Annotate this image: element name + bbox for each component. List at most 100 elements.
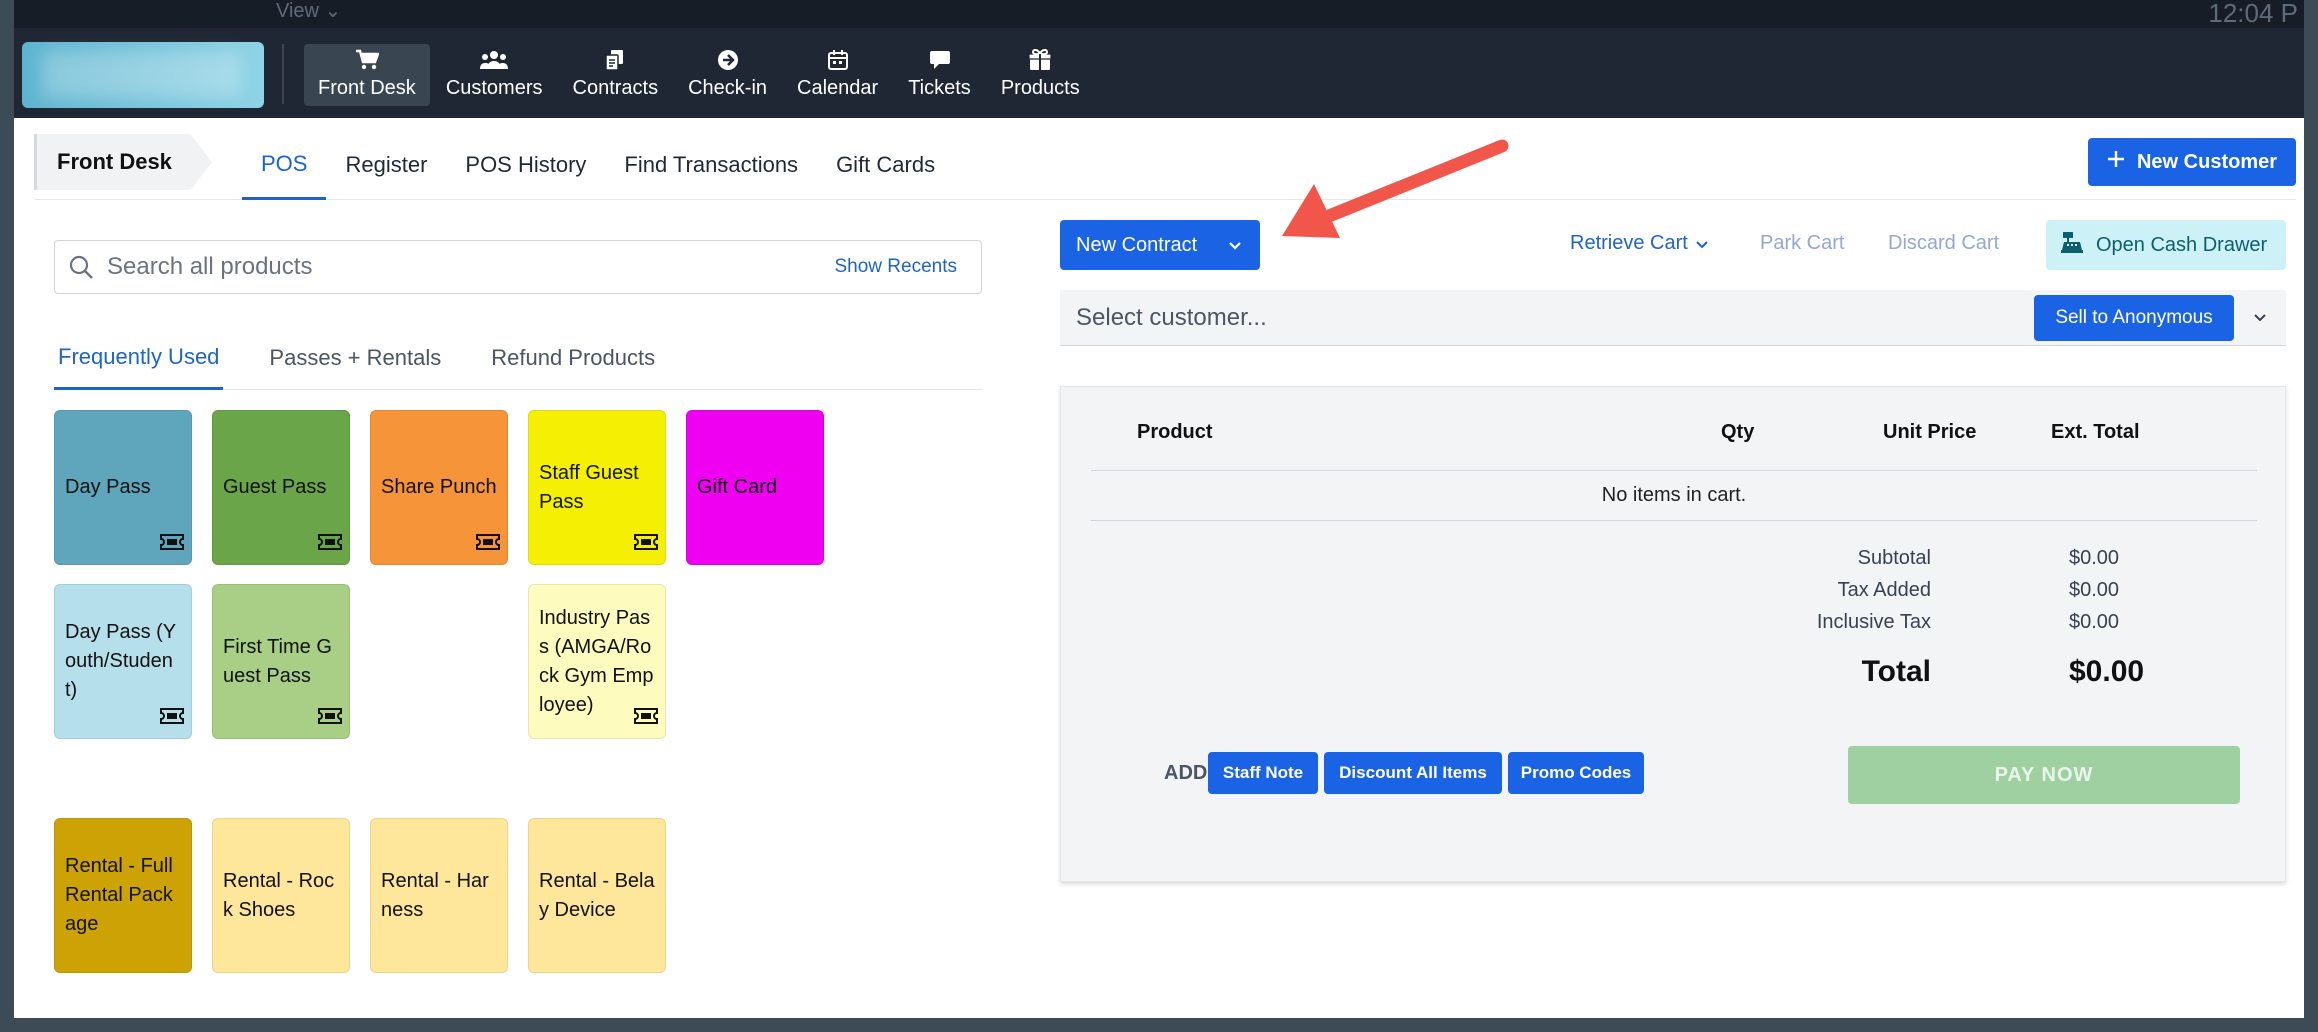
tile-day-pass[interactable]: Day Pass [54, 410, 192, 565]
tab-pos-history[interactable]: POS History [446, 130, 605, 200]
plus-icon [2107, 150, 2125, 174]
empty-cart-message: No items in cart. [1091, 471, 2257, 521]
tile-rental-belay-device[interactable]: Rental - Belay Device [528, 818, 666, 973]
chevron-down-icon [1696, 232, 1708, 255]
customer-select-input[interactable] [1060, 303, 2034, 332]
pay-now-button[interactable]: PAY NOW [1848, 746, 2240, 804]
cash-register-icon [2060, 230, 2084, 260]
users-icon [480, 48, 509, 72]
contracts-icon [605, 48, 625, 72]
col-ext-total: Ext. Total [2051, 421, 2140, 443]
tab-find-transactions[interactable]: Find Transactions [605, 130, 817, 200]
tile-rental-harness[interactable]: Rental - Harness [370, 818, 508, 973]
subnav-tabs: POS Register POS History Find Transactio… [242, 130, 954, 200]
tile-industry-pass[interactable]: Industry Pass (AMGA/Rock Gym Employee) [528, 584, 666, 739]
divider [282, 44, 284, 104]
nav-label: Tickets [908, 77, 971, 99]
open-cash-drawer-button[interactable]: Open Cash Drawer [2046, 220, 2286, 270]
cart-panel: Product Qty Unit Price Ext. Total No ite… [1060, 386, 2286, 882]
tab-frequently-used[interactable]: Frequently Used [54, 326, 224, 390]
tile-label: Rental - Full Rental Package [65, 855, 173, 935]
open-cash-drawer-label: Open Cash Drawer [2096, 233, 2268, 256]
retrieve-cart-button[interactable]: Retrieve Cart [1570, 232, 1708, 255]
cart-header: Product Qty Unit Price Ext. Total [1091, 387, 2257, 471]
inclusive-tax-label: Inclusive Tax [1816, 611, 1931, 633]
park-cart-button[interactable]: Park Cart [1760, 232, 1844, 255]
cart-icon [355, 48, 379, 72]
new-customer-label: New Customer [2136, 150, 2278, 173]
window-title-strip [14, 0, 2304, 28]
tile-guest-pass[interactable]: Guest Pass [212, 410, 350, 565]
logo [22, 42, 264, 108]
discard-cart-button[interactable]: Discard Cart [1888, 232, 1999, 255]
nav-calendar[interactable]: Calendar [783, 44, 892, 106]
sub-navigation: Front Desk POS Register POS History Find… [34, 130, 2296, 200]
add-label: ADD [1164, 762, 1208, 784]
nav-label: Front Desk [318, 77, 416, 99]
tile-label: First Time Guest Pass [223, 635, 332, 687]
col-qty: Qty [1721, 421, 1755, 443]
tile-gift-card[interactable]: Gift Card [686, 410, 824, 565]
search-icon [55, 254, 107, 280]
main-nav: Front Desk Customers Contracts Check-in [304, 44, 1094, 106]
ticket-icon [633, 531, 659, 560]
nav-customers[interactable]: Customers [432, 44, 557, 106]
retrieve-cart-label: Retrieve Cart [1570, 232, 1688, 254]
chevron-down-icon[interactable] [2234, 313, 2286, 323]
discount-all-items-button[interactable]: Discount All Items [1324, 752, 1502, 794]
col-unit-price: Unit Price [1883, 421, 1977, 443]
nav-label: Contracts [572, 77, 659, 99]
section-badge: Front Desk [34, 134, 212, 190]
tile-day-pass-youth[interactable]: Day Pass (Youth/Student) [54, 584, 192, 739]
nav-front-desk[interactable]: Front Desk [304, 44, 430, 106]
check-in-icon [717, 48, 739, 72]
tax-added-label: Tax Added [1837, 579, 1931, 601]
staff-note-button[interactable]: Staff Note [1208, 752, 1318, 794]
calendar-icon [827, 48, 849, 72]
tab-gift-cards[interactable]: Gift Cards [817, 130, 954, 200]
ticket-icon [633, 705, 659, 734]
products-icon [1028, 48, 1052, 72]
tile-label: Day Pass (Youth/Student) [65, 621, 177, 701]
inclusive-tax-value: $0.00 [2069, 611, 2120, 633]
tile-first-time-guest-pass[interactable]: First Time Guest Pass [212, 584, 350, 739]
clock: 12:04 P [2208, 0, 2298, 28]
annotation-arrow-icon [1282, 139, 1509, 238]
tab-pos[interactable]: POS [242, 130, 327, 200]
ticket-icon [159, 531, 185, 560]
chevron-down-icon [1228, 234, 1242, 257]
nav-contracts[interactable]: Contracts [559, 44, 673, 106]
view-menu[interactable]: View ⌄ [276, 0, 341, 22]
promo-codes-button[interactable]: Promo Codes [1508, 752, 1644, 794]
tile-label: Staff Guest Pass [539, 461, 639, 513]
tile-label: Rental - Harness [381, 869, 489, 921]
nav-check-in[interactable]: Check-in [674, 44, 781, 106]
ticket-icon [159, 705, 185, 734]
tile-rental-full-package[interactable]: Rental - Full Rental Package [54, 818, 192, 973]
tile-label: Guest Pass [223, 476, 327, 498]
ticket-icon [317, 705, 343, 734]
tile-staff-guest-pass[interactable]: Staff Guest Pass [528, 410, 666, 565]
nav-label: Check-in [688, 77, 768, 99]
tile-label: Industry Pass (AMGA/Rock Gym Employee) [539, 606, 654, 716]
new-customer-button[interactable]: New Customer [2088, 138, 2296, 186]
tile-label: Day Pass [65, 476, 151, 498]
customer-select: Sell to Anonymous [1060, 290, 2286, 346]
tax-added-value: $0.00 [2069, 579, 2120, 601]
sell-to-anonymous-button[interactable]: Sell to Anonymous [2034, 294, 2234, 341]
tab-passes-rentals[interactable]: Passes + Rentals [265, 326, 445, 390]
subtotal-value: $0.00 [2069, 547, 2120, 569]
nav-tickets[interactable]: Tickets [894, 44, 985, 106]
product-search: Show Recents [54, 240, 982, 294]
tab-register[interactable]: Register [326, 130, 446, 200]
app-window: View ⌄ 12:04 P Front Desk Customers Cont… [14, 0, 2304, 1018]
total-label: Total [1861, 655, 1931, 688]
total-value: $0.00 [2069, 655, 2145, 688]
search-input[interactable] [107, 253, 835, 281]
tile-rental-rock-shoes[interactable]: Rental - Rock Shoes [212, 818, 350, 973]
tile-share-punch[interactable]: Share Punch [370, 410, 508, 565]
tab-refund-products[interactable]: Refund Products [487, 326, 659, 390]
show-recents-link[interactable]: Show Recents [834, 256, 981, 278]
new-contract-button[interactable]: New Contract [1060, 220, 1260, 270]
nav-products[interactable]: Products [987, 44, 1094, 106]
